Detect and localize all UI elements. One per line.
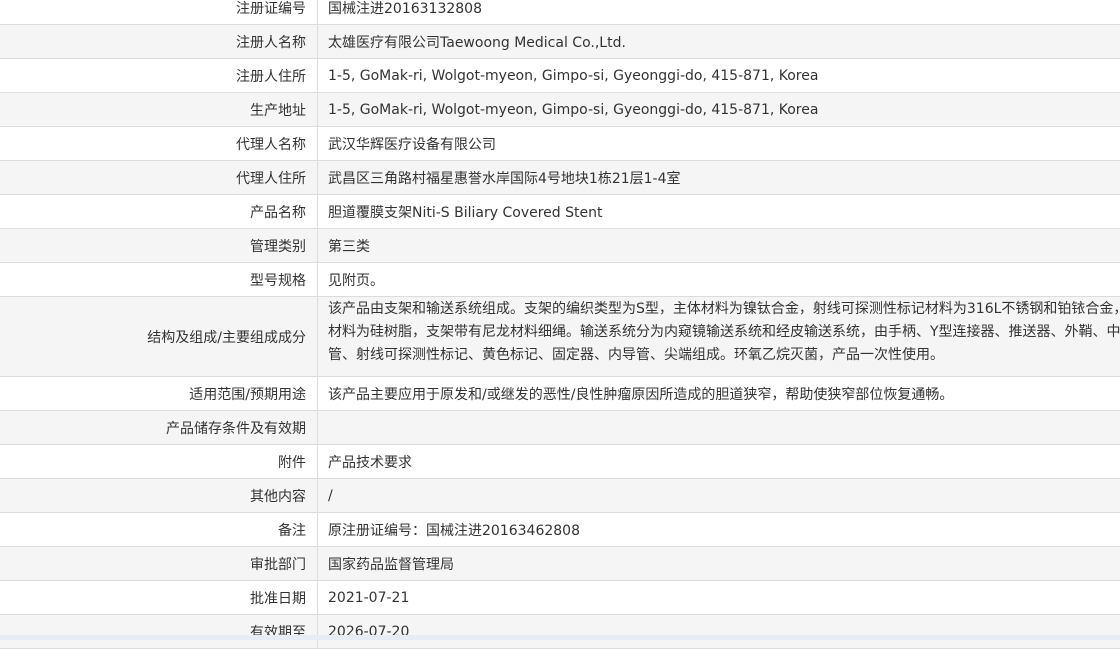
row-value: 国家药品监督管理局: [328, 556, 454, 573]
row-value: 武汉华辉医疗设备有限公司: [328, 136, 496, 153]
registration-detail-table: 注册证编号 国械注进20163132808 注册人名称 太雄医疗有限公司Taew…: [0, 0, 1120, 649]
table-row-intended-use: 适用范围/预期用途 该产品主要应用于原发和/或继发的恶性/良性肿瘤原因所造成的胆…: [0, 377, 1120, 411]
row-value: 国械注进20163132808: [328, 0, 482, 17]
row-value: 武昌区三角路村福星惠誉水岸国际4号地块1栋21层1-4室: [328, 170, 681, 187]
table-row-attachment: 附件 产品技术要求: [0, 445, 1120, 479]
row-label: 注册人住所: [0, 59, 318, 92]
table-row-registrant-address: 注册人住所 1-5, GoMak-ri, Wolgot-myeon, Gimpo…: [0, 59, 1120, 93]
row-label: 产品储存条件及有效期: [0, 411, 318, 444]
horizontal-scrollbar[interactable]: [0, 635, 1120, 640]
table-row-agent-address: 代理人住所 武昌区三角路村福星惠誉水岸国际4号地块1栋21层1-4室: [0, 161, 1120, 195]
row-value: 1-5, GoMak-ri, Wolgot-myeon, Gimpo-si, G…: [328, 101, 819, 118]
row-value-line: 管、射线可探测性标记、黄色标记、固定器、内导管、尖端组成。环氧乙烷灭菌，产品一次…: [328, 347, 944, 363]
row-value: 第三类: [328, 238, 370, 255]
row-value: 原注册证编号：国械注进20163462808: [328, 522, 580, 539]
row-label: 生产地址: [0, 93, 318, 126]
row-value-line: 材料为硅树脂，支架带有尼龙材料细绳。输送系统分为内窥镜输送系统和经皮输送系统，由…: [328, 324, 1120, 340]
table-row-remarks: 备注 原注册证编号：国械注进20163462808: [0, 513, 1120, 547]
row-value: 产品技术要求: [328, 454, 412, 471]
row-value: 1-5, GoMak-ri, Wolgot-myeon, Gimpo-si, G…: [328, 67, 819, 84]
row-label: 注册人名称: [0, 25, 318, 58]
table-row-approval-department: 审批部门 国家药品监督管理局: [0, 547, 1120, 581]
row-value: 该产品由支架和输送系统组成。支架的编织类型为S型，主体材料为镍钛合金，射线可探测…: [318, 297, 1120, 376]
table-row-agent-name: 代理人名称 武汉华辉医疗设备有限公司: [0, 127, 1120, 161]
row-label: 管理类别: [0, 229, 318, 262]
row-value-line: 该产品由支架和输送系统组成。支架的编织类型为S型，主体材料为镍钛合金，射线可探测…: [328, 301, 1120, 317]
table-row-storage-validity: 产品储存条件及有效期: [0, 411, 1120, 445]
row-label: 备注: [0, 513, 318, 546]
row-label: 代理人名称: [0, 127, 318, 160]
row-label: 其他内容: [0, 479, 318, 512]
row-value: 该产品主要应用于原发和/或继发的恶性/良性肿瘤原因所造成的胆道狭窄，帮助使狭窄部…: [328, 386, 954, 403]
row-label: 有效期至: [0, 615, 318, 648]
row-label: 注册证编号: [0, 0, 318, 24]
row-value: [318, 411, 1120, 444]
row-value: 2026-07-20: [328, 623, 410, 640]
row-label: 代理人住所: [0, 161, 318, 194]
row-value: 胆道覆膜支架Niti-S Biliary Covered Stent: [328, 204, 603, 221]
row-label: 结构及组成/主要组成成分: [0, 297, 318, 376]
table-row-management-category: 管理类别 第三类: [0, 229, 1120, 263]
table-row-approval-date: 批准日期 2021-07-21: [0, 581, 1120, 615]
row-value: 2021-07-21: [328, 589, 410, 606]
row-label: 附件: [0, 445, 318, 478]
table-row-valid-until: 有效期至 2026-07-20: [0, 615, 1120, 649]
table-row-registrant-name: 注册人名称 太雄医疗有限公司Taewoong Medical Co.,Ltd.: [0, 25, 1120, 59]
table-row-model-spec: 型号规格 见附页。: [0, 263, 1120, 297]
table-row-structure-composition: 结构及组成/主要组成成分 该产品由支架和输送系统组成。支架的编织类型为S型，主体…: [0, 297, 1120, 377]
row-value: 太雄医疗有限公司Taewoong Medical Co.,Ltd.: [328, 34, 626, 51]
table-row-product-name: 产品名称 胆道覆膜支架Niti-S Biliary Covered Stent: [0, 195, 1120, 229]
row-label: 产品名称: [0, 195, 318, 228]
table-row-other-content: 其他内容 /: [0, 479, 1120, 513]
row-value: /: [328, 487, 333, 504]
row-label: 型号规格: [0, 263, 318, 296]
row-label: 批准日期: [0, 581, 318, 614]
row-label: 适用范围/预期用途: [0, 377, 318, 410]
table-row-production-address: 生产地址 1-5, GoMak-ri, Wolgot-myeon, Gimpo-…: [0, 93, 1120, 127]
table-row-registration-number: 注册证编号 国械注进20163132808: [0, 0, 1120, 25]
row-label: 审批部门: [0, 547, 318, 580]
row-value: 见附页。: [328, 272, 384, 289]
